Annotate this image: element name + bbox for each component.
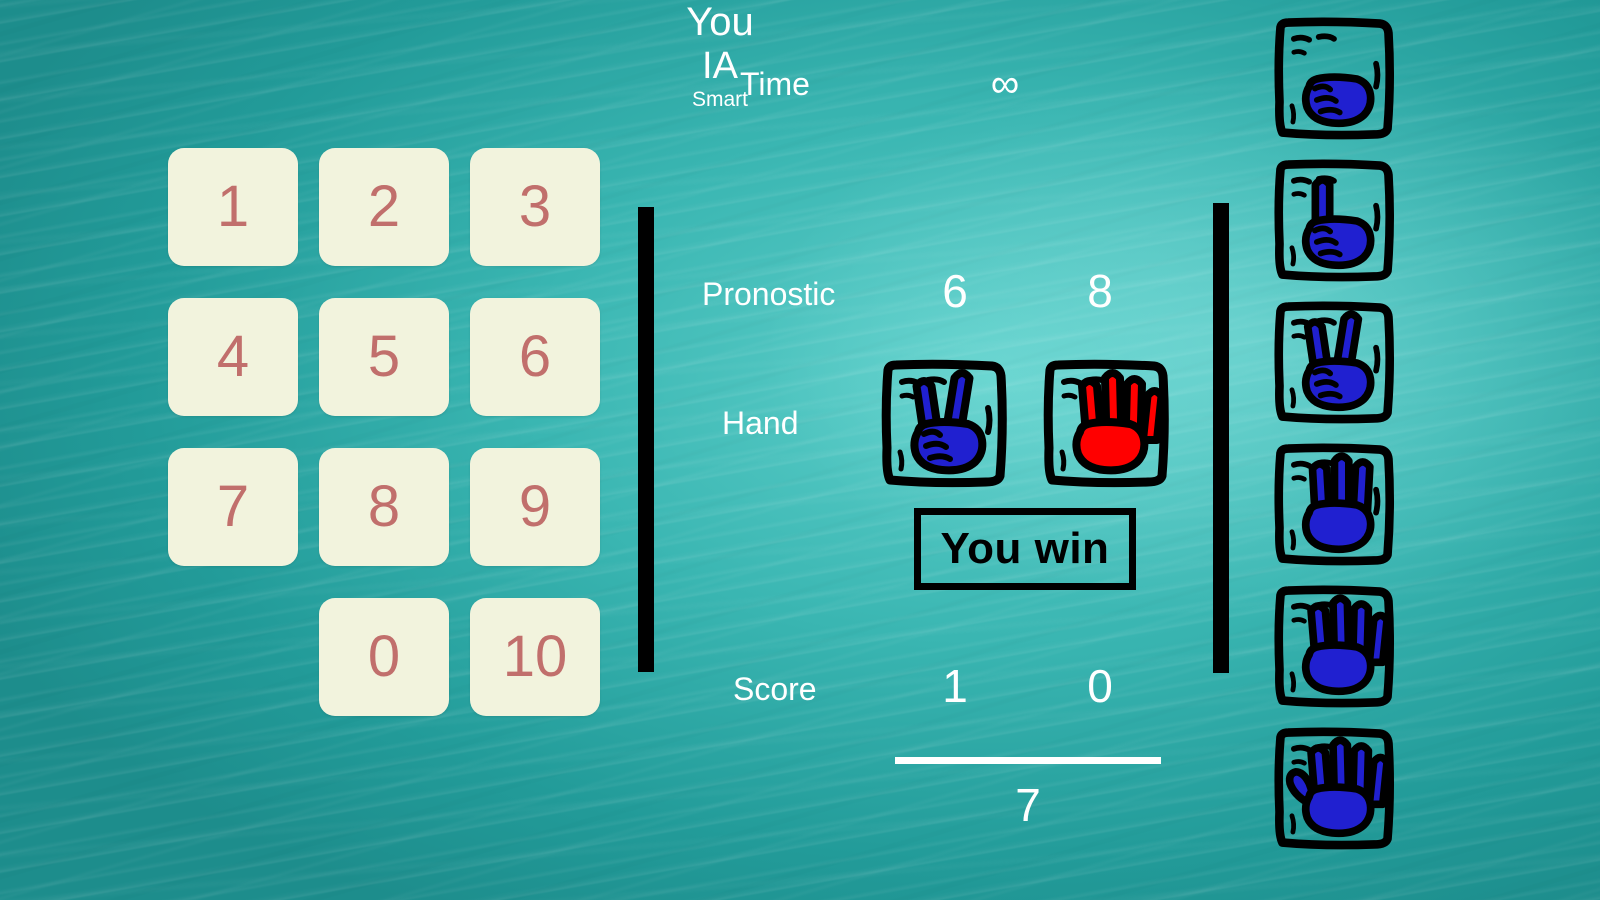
score-label: Score <box>733 671 817 707</box>
time-label: Time <box>740 66 810 102</box>
pronostic-ai-value: 8 <box>1087 265 1113 317</box>
score-total-value: 7 <box>1015 779 1041 831</box>
hand-rail-item-4[interactable] <box>1262 582 1406 712</box>
hand-rail-item-0[interactable] <box>1262 14 1406 144</box>
hand-rail-item-3[interactable] <box>1262 440 1406 570</box>
hand-rail-item-5[interactable] <box>1262 724 1406 854</box>
keypad-key-8[interactable]: 8 <box>319 448 449 566</box>
result-banner: You win <box>914 508 1136 590</box>
keypad-key-3[interactable]: 3 <box>470 148 600 266</box>
keypad-key-9[interactable]: 9 <box>470 448 600 566</box>
number-keypad: 1 2 3 4 5 6 7 8 9 0 10 <box>168 148 600 720</box>
keypad-key-5[interactable]: 5 <box>319 298 449 416</box>
score-total-rule <box>895 757 1161 764</box>
divider-left <box>638 207 654 672</box>
hand-rail-item-2[interactable] <box>1262 298 1406 428</box>
score-player-value: 1 <box>942 660 968 712</box>
keypad-key-2[interactable]: 2 <box>319 148 449 266</box>
column-header-player: You <box>686 0 754 44</box>
result-text: You win <box>940 524 1110 573</box>
pronostic-player-value: 6 <box>942 265 968 317</box>
hand-rail-item-1[interactable] <box>1262 156 1406 286</box>
keypad-key-0[interactable]: 0 <box>319 598 449 716</box>
score-ai-value: 0 <box>1087 660 1113 712</box>
keypad-key-7[interactable]: 7 <box>168 448 298 566</box>
hand-label: Hand <box>722 405 799 441</box>
divider-right <box>1213 203 1229 673</box>
pronostic-label: Pronostic <box>702 276 836 312</box>
game-screen: 1 2 3 4 5 6 7 8 9 0 10 Time ∞ You IA Smart Pronost… <box>0 0 1600 900</box>
keypad-key-1[interactable]: 1 <box>168 148 298 266</box>
keypad-key-6[interactable]: 6 <box>470 298 600 416</box>
played-hand-player <box>876 356 1012 492</box>
time-value: ∞ <box>990 62 1020 106</box>
keypad-key-10[interactable]: 10 <box>470 598 600 716</box>
hand-selection-rail <box>1262 14 1410 888</box>
played-hand-ai <box>1038 356 1174 492</box>
keypad-key-4[interactable]: 4 <box>168 298 298 416</box>
